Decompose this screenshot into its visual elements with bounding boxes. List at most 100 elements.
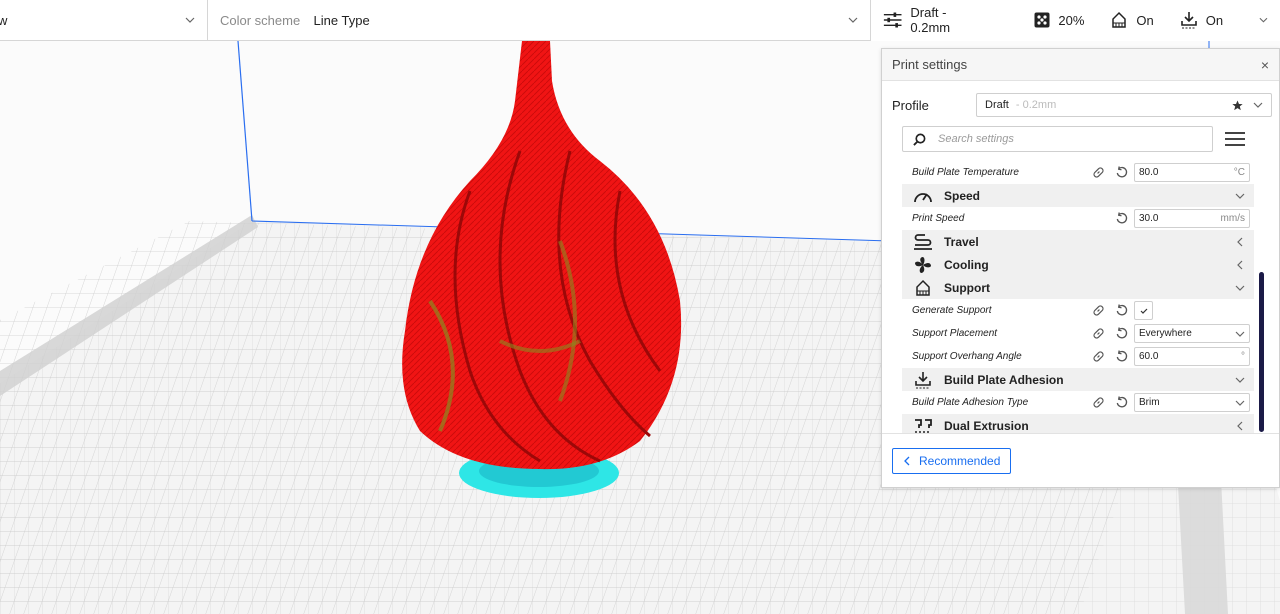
setting-icons: [1074, 396, 1134, 409]
field-unit: °C: [1233, 167, 1245, 178]
build-plate-temperature-field[interactable]: 80.0 °C: [1134, 163, 1250, 182]
category-label: Support: [944, 280, 990, 295]
setting-icons: [1074, 304, 1134, 317]
category-cooling[interactable]: Cooling: [902, 253, 1254, 276]
dual-extrusion-icon: [915, 418, 932, 433]
adhesion-icon: [915, 371, 931, 388]
category-label: Travel: [944, 234, 979, 249]
setting-icons: [1074, 350, 1134, 363]
setting-icons: [1074, 327, 1134, 340]
field-value: Everywhere: [1139, 328, 1192, 339]
panel-title: Print settings: [892, 57, 968, 72]
view-type-value: w: [0, 12, 8, 28]
link-icon[interactable]: [1092, 396, 1105, 409]
chevron-down-icon[interactable]: [1259, 15, 1268, 25]
settings-list: Build Plate Temperature 80.0 °C Speed Pr…: [902, 161, 1254, 433]
reset-icon[interactable]: [1115, 396, 1128, 409]
chevron-down-icon: [1235, 400, 1245, 406]
adhesion-type-dropdown[interactable]: Brim: [1134, 393, 1250, 412]
search-placeholder: Search settings: [938, 133, 1014, 145]
category-label: Dual Extrusion: [944, 418, 1029, 433]
top-toolbar: w Color scheme Line Type Draft - 0.2mm 2…: [0, 0, 1280, 41]
adhesion-icon: [1180, 12, 1197, 29]
print-speed-field[interactable]: 30.0 mm/s: [1134, 209, 1250, 228]
profile-summary: Draft - 0.2mm: [883, 5, 980, 35]
support-summary: On: [1110, 11, 1154, 29]
star-icon[interactable]: [1232, 99, 1243, 111]
setting-label: Build Plate Adhesion Type: [912, 397, 1029, 408]
reset-icon[interactable]: [1115, 327, 1128, 340]
hamburger-menu-icon[interactable]: [1225, 132, 1245, 146]
infill-icon: [1034, 12, 1050, 28]
color-scheme-select[interactable]: Color scheme Line Type: [208, 0, 871, 41]
profile-layer-height: - 0.2mm: [1015, 99, 1057, 111]
category-support[interactable]: Support: [902, 276, 1254, 299]
support-overhang-angle-field[interactable]: 60.0 °: [1134, 347, 1250, 366]
panel-header: Print settings ×: [882, 49, 1279, 81]
reset-icon[interactable]: [1115, 212, 1128, 225]
profile-name: Draft: [985, 99, 1009, 111]
sliders-icon: [883, 12, 902, 28]
setting-row-generate-support: Generate Support: [902, 299, 1254, 322]
setting-row-build-plate-adhesion-type: Build Plate Adhesion Type Brim: [902, 391, 1254, 414]
reset-icon[interactable]: [1115, 350, 1128, 363]
setting-label: Support Overhang Angle: [912, 351, 1022, 362]
view-type-select[interactable]: w: [0, 0, 208, 41]
search-row: Search settings: [902, 126, 1264, 152]
link-icon[interactable]: [1092, 327, 1105, 340]
link-icon[interactable]: [1092, 350, 1105, 363]
profile-summary-text: Draft - 0.2mm: [910, 5, 951, 35]
infill-summary: 20%: [1034, 12, 1084, 28]
print-settings-summary[interactable]: Draft - 0.2mm 20% On On: [871, 0, 1280, 41]
chevron-down-icon: [1235, 193, 1245, 199]
chevron-left-icon: [1237, 237, 1243, 246]
recommended-button[interactable]: Recommended: [892, 447, 1012, 474]
setting-row-build-plate-temperature: Build Plate Temperature 80.0 °C: [902, 161, 1254, 184]
chevron-down-icon: [848, 17, 858, 23]
chevron-left-icon: [1237, 421, 1243, 430]
category-speed[interactable]: Speed: [902, 184, 1254, 207]
support-icon: [916, 279, 930, 296]
chevron-down-icon: [185, 17, 195, 23]
chevron-down-icon: [1235, 377, 1245, 383]
reset-icon[interactable]: [1115, 304, 1128, 317]
adhesion-summary: On: [1180, 11, 1223, 29]
recommended-label: Recommended: [919, 453, 1001, 468]
profile-dropdown[interactable]: Draft - 0.2mm: [976, 93, 1272, 117]
profile-row: Profile Draft - 0.2mm: [892, 93, 1272, 117]
setting-icons: [1074, 166, 1134, 179]
category-dual-extrusion[interactable]: Dual Extrusion: [902, 414, 1254, 433]
category-build-plate-adhesion[interactable]: Build Plate Adhesion: [902, 368, 1254, 391]
infill-value: 20%: [1058, 12, 1085, 28]
link-icon[interactable]: [1092, 304, 1105, 317]
field-value: 30.0: [1139, 213, 1159, 224]
setting-label: Build Plate Temperature: [912, 167, 1019, 178]
field-unit: mm/s: [1220, 213, 1245, 224]
print-settings-panel: Print settings × Profile Draft - 0.2mm S…: [881, 48, 1280, 488]
setting-row-support-overhang-angle: Support Overhang Angle 60.0 °: [902, 345, 1254, 368]
field-unit: °: [1241, 351, 1245, 362]
chevron-down-icon: [1235, 331, 1245, 337]
checkmark-icon: [1140, 308, 1147, 314]
generate-support-checkbox[interactable]: [1134, 301, 1153, 320]
setting-row-print-speed: Print Speed 30.0 mm/s: [902, 207, 1254, 230]
close-icon[interactable]: ×: [1261, 57, 1269, 73]
adhesion-value: On: [1205, 12, 1224, 28]
chevron-down-icon: [1253, 102, 1263, 108]
color-scheme-value: Line Type: [313, 12, 370, 28]
settings-scrollbar[interactable]: [1259, 272, 1264, 432]
category-travel[interactable]: Travel: [902, 230, 1254, 253]
setting-label: Support Placement: [912, 328, 998, 339]
chevron-down-icon: [1235, 285, 1245, 291]
setting-row-support-placement: Support Placement Everywhere: [902, 322, 1254, 345]
color-scheme-label: Color scheme: [220, 12, 301, 28]
chevron-left-icon: [904, 456, 910, 465]
link-icon[interactable]: [1092, 166, 1105, 179]
support-placement-dropdown[interactable]: Everywhere: [1134, 324, 1250, 343]
setting-label: Generate Support: [912, 305, 992, 316]
reset-icon[interactable]: [1115, 166, 1128, 179]
travel-icon: [914, 233, 932, 250]
category-label: Speed: [944, 188, 981, 203]
search-input[interactable]: Search settings: [902, 126, 1213, 152]
panel-footer: Recommended: [882, 433, 1279, 487]
